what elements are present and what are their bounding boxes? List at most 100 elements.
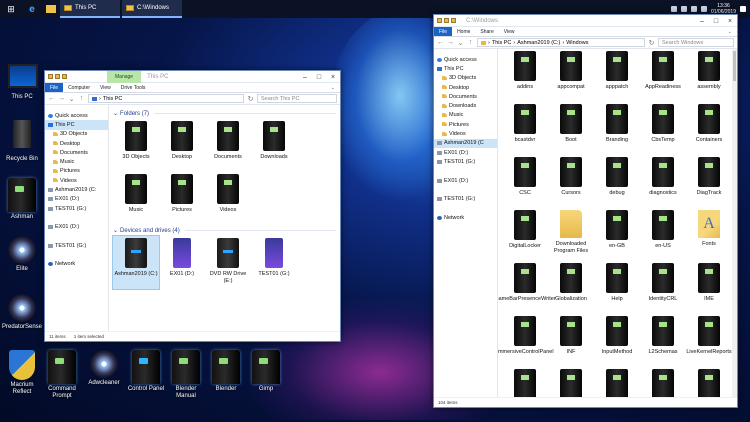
maximize-button[interactable]: □ <box>709 15 723 27</box>
dropdown-icon[interactable] <box>451 18 456 23</box>
desktop-icon-this-pc[interactable]: This PC <box>2 58 42 101</box>
grid-item[interactable]: en-GB <box>594 208 640 261</box>
vertical-scrollbar[interactable] <box>732 49 737 397</box>
nav-item[interactable]: EX01 (D:) <box>45 195 108 204</box>
grid-item[interactable]: L2Schemas <box>640 314 686 367</box>
new-folder-icon[interactable] <box>55 74 60 79</box>
nav-item[interactable]: Desktop <box>45 139 108 148</box>
maximize-button[interactable]: □ <box>312 71 326 83</box>
nav-item[interactable]: Documents <box>45 148 108 157</box>
chevron-down-icon[interactable]: ⌄ <box>457 39 464 47</box>
nav-item[interactable]: Videos <box>434 129 497 138</box>
grid-item[interactable] <box>594 367 640 397</box>
grid-item[interactable]: Downloaded Program Files <box>548 208 594 261</box>
grid-item[interactable]: Videos <box>205 172 251 225</box>
grid-item[interactable]: addins <box>502 49 548 102</box>
forward-arrow-icon[interactable]: → <box>447 39 454 46</box>
window-titlebar[interactable]: C:\Windows – □ × <box>434 15 737 27</box>
desktop-icon-recycle-bin[interactable]: Recycle Bin <box>2 120 42 163</box>
nav-item[interactable]: EX01 (D:) <box>45 223 108 232</box>
grid-item[interactable]: Boot <box>548 102 594 155</box>
desktop-icon-adwcleaner[interactable]: Adwcleaner <box>84 350 124 387</box>
grid-item[interactable]: CSC <box>502 155 548 208</box>
breadcrumb-drive[interactable]: Ashman2019 (C:) <box>517 40 560 46</box>
nav-item[interactable]: Ashman2019 (C: <box>45 185 108 194</box>
desktop-icon-blender[interactable]: Blender <box>206 350 246 393</box>
grid-item[interactable]: DVD RW Drive (E:) <box>205 236 251 289</box>
edge-icon[interactable]: e <box>22 0 42 18</box>
grid-item[interactable]: TEST01 (G:) <box>251 236 297 289</box>
grid-item[interactable]: apppatch <box>594 49 640 102</box>
group-header-devices[interactable]: ⌄ Devices and drives (4) <box>113 227 336 235</box>
grid-item[interactable]: LiveKernelReports <box>686 314 732 367</box>
taskbar-task-windows[interactable]: C:\Windows <box>122 0 182 18</box>
grid-item[interactable]: assembly <box>686 49 732 102</box>
nav-item[interactable]: Music <box>45 157 108 166</box>
ribbon-tab-file[interactable]: File <box>434 27 453 36</box>
nav-item[interactable]: Network <box>45 260 108 269</box>
breadcrumb-windows[interactable]: Windows <box>566 40 588 46</box>
nav-item[interactable]: EX01 (D:) <box>434 148 497 157</box>
grid-item[interactable]: debug <box>594 155 640 208</box>
desktop-icon-blender-manual[interactable]: Blender Manual <box>166 350 206 400</box>
desktop-icon-command-prompt[interactable]: Command Prompt <box>42 350 82 400</box>
breadcrumb-this-pc[interactable]: This PC <box>492 40 512 46</box>
grid-item[interactable]: 3D Objects <box>113 119 159 172</box>
back-arrow-icon[interactable]: ← <box>48 95 55 102</box>
file-explorer-icon[interactable] <box>42 0 60 18</box>
back-arrow-icon[interactable]: ← <box>437 39 444 46</box>
close-button[interactable]: × <box>723 15 737 27</box>
nav-item[interactable]: TEST01 (G:) <box>434 157 497 166</box>
desktop-icon-control-panel[interactable]: Control Panel <box>126 350 166 393</box>
minimize-button[interactable]: – <box>298 71 312 83</box>
nav-item[interactable]: Pictures <box>434 120 497 129</box>
grid-item[interactable]: Music <box>113 172 159 225</box>
notification-icon[interactable] <box>740 6 746 12</box>
grid-item[interactable]: DiagTrack <box>686 155 732 208</box>
nav-item[interactable]: Music <box>434 111 497 120</box>
desktop-icon-predatorsense[interactable]: PredatorSense <box>2 294 42 331</box>
desktop-icon-macrium[interactable]: Macrium Reflect <box>2 350 42 396</box>
grid-item[interactable]: ImmersiveControlPanel <box>498 314 554 367</box>
volume-icon[interactable] <box>700 6 707 12</box>
grid-item[interactable]: appcompat <box>548 49 594 102</box>
ribbon-tab-share[interactable]: Share <box>475 27 498 36</box>
refresh-icon[interactable]: ↻ <box>648 39 655 47</box>
grid-item[interactable]: Cursors <box>548 155 594 208</box>
grid-item[interactable]: EX01 (D:) <box>159 236 205 289</box>
grid-item[interactable]: Help <box>594 261 640 314</box>
grid-item[interactable]: CbsTemp <box>640 102 686 155</box>
up-arrow-icon[interactable]: ↑ <box>78 95 85 102</box>
grid-item[interactable] <box>686 367 732 397</box>
chevron-down-icon[interactable]: ⌄ <box>723 27 737 36</box>
grid-item[interactable]: InputMethod <box>594 314 640 367</box>
minimize-button[interactable]: – <box>695 15 709 27</box>
ribbon-tab-file[interactable]: File <box>45 83 64 92</box>
grid-item[interactable]: Branding <box>594 102 640 155</box>
ribbon-tab-view[interactable]: View <box>95 83 116 92</box>
up-arrow-icon[interactable]: ↑ <box>467 39 474 46</box>
grid-item[interactable] <box>502 367 548 397</box>
dropdown-icon[interactable] <box>62 74 67 79</box>
chevron-down-icon[interactable]: ⌄ <box>68 95 75 103</box>
ribbon-tab-view[interactable]: View <box>499 27 520 36</box>
nav-item[interactable]: TEST01 (G:) <box>45 241 108 250</box>
nav-item[interactable]: This PC <box>45 120 108 130</box>
nav-item[interactable]: Videos <box>45 176 108 185</box>
grid-item[interactable]: en-US <box>640 208 686 261</box>
grid-item[interactable]: Downloads <box>251 119 297 172</box>
ribbon-tab-computer[interactable]: Computer <box>63 83 95 92</box>
nav-item[interactable]: Network <box>434 213 497 222</box>
nav-item[interactable]: TEST01 (G:) <box>45 204 108 213</box>
nav-item[interactable]: Ashman2019 (C <box>434 138 497 148</box>
chevron-down-icon[interactable]: ⌄ <box>326 83 340 92</box>
grid-item[interactable]: IdentityCRL <box>640 261 686 314</box>
grid-item[interactable]: A Fonts <box>686 208 732 261</box>
search-box[interactable]: Search This PC <box>257 94 337 103</box>
breadcrumb-this-pc[interactable]: This PC <box>103 96 123 102</box>
nav-item[interactable]: TEST01 (G:) <box>434 194 497 203</box>
start-button[interactable]: ⊞ <box>0 0 22 18</box>
desktop-icon-ashman[interactable]: Ashman <box>2 178 42 221</box>
close-button[interactable]: × <box>326 71 340 83</box>
nav-item[interactable]: Downloads <box>434 101 497 110</box>
